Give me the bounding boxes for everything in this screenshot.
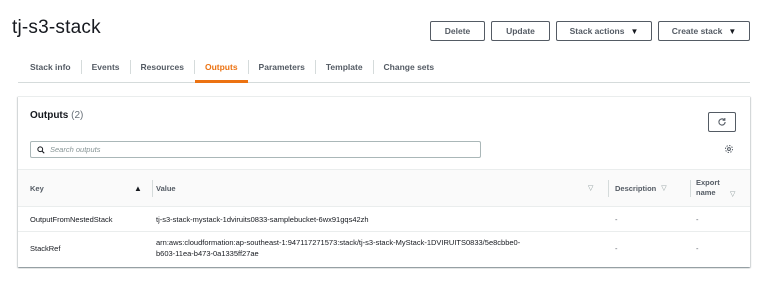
outputs-title: Outputs [30,110,69,121]
page-title: tj-s3-stack [12,17,101,38]
column-divider [152,180,153,197]
search-icon [37,145,45,154]
column-value-label: Value [156,183,176,193]
output-value: tj-s3-stack-mystack-1dviruits0833-sample… [156,214,369,224]
output-value: arn:aws:cloudformation:ap-southeast-1:94… [156,232,596,264]
column-header-export-name[interactable]: Export name ▽ [696,170,744,206]
table-row: OutputFromNestedStack tj-s3-stack-mystac… [18,207,750,232]
caret-down-icon: ▼ [728,26,737,36]
stack-action-buttons: Delete Update Stack actions ▼ Create sta… [430,21,750,41]
output-export-name: - [696,214,699,224]
table-row: StackRef arn:aws:cloudformation:ap-south… [18,232,750,264]
outputs-table-header: Key ▲ Value ▽ Description ▽ Export name … [18,169,750,207]
column-header-value[interactable]: Value ▽ [156,170,596,206]
sort-ascending-icon: ▲ [134,183,142,193]
column-divider [690,180,691,197]
tab-label: Events [91,62,120,72]
cloudformation-stack-page: tj-s3-stack Delete Update Stack actions … [0,0,768,283]
outputs-panel: Outputs (2) Key ▲ [18,96,750,267]
tab-stack-info[interactable]: Stack info [18,52,81,82]
delete-button[interactable]: Delete [430,21,485,41]
output-description: - [615,243,618,253]
tab-template[interactable]: Template [316,52,373,82]
update-button-label: Update [506,26,535,36]
tab-change-sets[interactable]: Change sets [374,52,445,82]
sort-icon: ▽ [661,185,667,192]
column-export-label-line1: Export [696,178,720,187]
output-export-name: - [696,243,699,253]
stack-actions-dropdown[interactable]: Stack actions ▼ [556,21,652,41]
column-header-description[interactable]: Description ▽ [615,170,685,206]
output-key: OutputFromNestedStack [30,214,113,224]
update-button[interactable]: Update [491,21,550,41]
tab-label: Template [325,62,363,72]
create-stack-dropdown[interactable]: Create stack ▼ [658,21,750,41]
column-divider [608,180,609,197]
tab-events[interactable]: Events [82,52,130,82]
outputs-heading: Outputs (2) [30,110,83,121]
sort-icon: ▽ [588,185,594,192]
stack-actions-label: Stack actions [569,26,625,36]
column-header-key[interactable]: Key ▲ [30,170,142,206]
tab-label: Resources [140,62,184,72]
output-value-line2: b603-11ea-b473-0a1335ff27ae [156,249,259,258]
output-key: StackRef [30,243,61,253]
output-value-line1: arn:aws:cloudformation:ap-southeast-1:94… [156,238,521,247]
gear-icon[interactable] [724,144,734,154]
stack-tabs: Stack info Events Resources Outputs Para… [18,52,750,83]
refresh-icon [718,117,726,126]
search-outputs-field[interactable] [30,141,481,158]
column-export-label-line2: name [696,188,716,197]
search-input[interactable] [50,145,450,154]
output-description: - [615,214,618,224]
tab-label: Stack info [30,62,71,72]
column-description-label: Description [615,183,657,193]
tab-parameters[interactable]: Parameters [249,52,315,82]
refresh-button[interactable] [708,112,736,132]
outputs-count: (2) [71,110,84,121]
tab-label: Change sets [383,62,435,72]
delete-button-label: Delete [444,26,471,36]
tab-outputs[interactable]: Outputs [194,52,248,83]
caret-down-icon: ▼ [630,26,639,36]
create-stack-label: Create stack [671,26,723,36]
tab-label: Parameters [258,62,305,72]
tab-resources[interactable]: Resources [131,52,194,82]
sort-icon: ▽ [730,191,736,198]
column-key-label: Key [30,183,44,193]
tab-label: Outputs [204,62,238,72]
